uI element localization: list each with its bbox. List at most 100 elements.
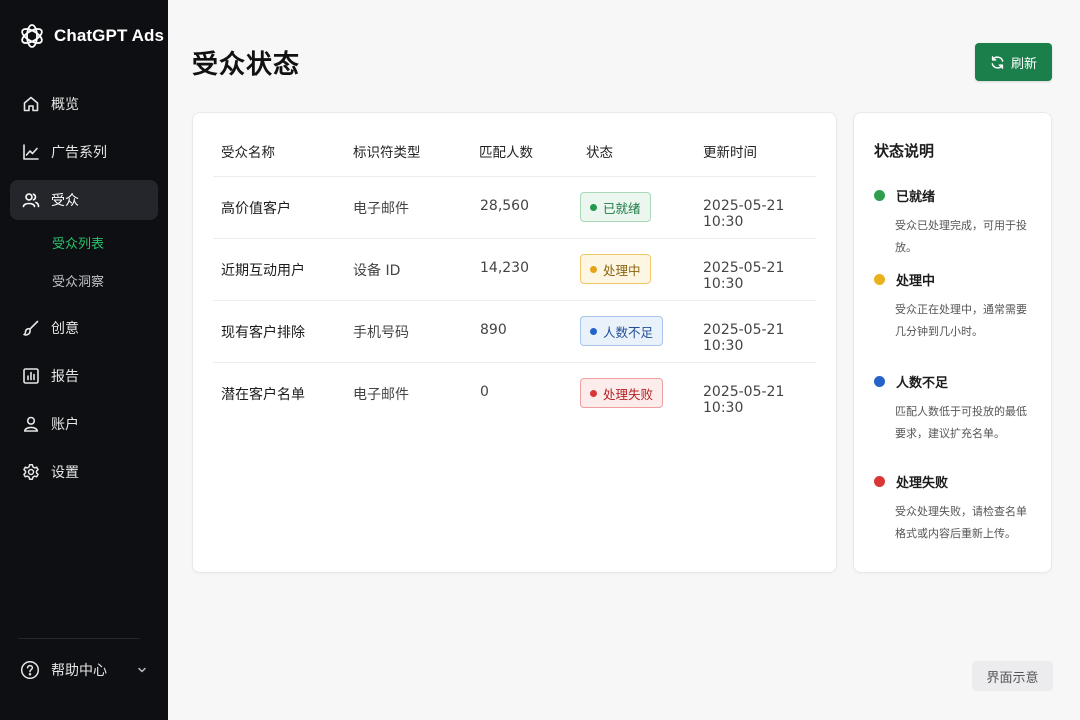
sidebar-item-settings[interactable]: 设置 xyxy=(10,452,158,492)
column-header-count[interactable]: 匹配人数 xyxy=(479,141,533,161)
legend-label: 已就绪 xyxy=(896,190,936,205)
status-legend-card: 状态说明 已就绪 受众已处理完成，可用于投放。 处理中 受众正在处理中，通常需要… xyxy=(853,112,1052,573)
status-cell: 已就绪 xyxy=(580,192,651,222)
sidebar-item-overview[interactable]: 概览 xyxy=(10,84,158,124)
status-dot xyxy=(590,327,597,335)
help-center-button[interactable]: 帮助中心 xyxy=(20,658,148,682)
refresh-icon xyxy=(990,55,1005,70)
chevron-down-icon xyxy=(136,664,148,676)
home-icon xyxy=(22,95,40,113)
status-label: 处理中 xyxy=(603,262,641,278)
status-badge: 处理失败 xyxy=(580,378,664,408)
legend-description: 受众处理失败，请检查名单 格式或内容后重新上传。 xyxy=(895,505,1027,540)
subnav-item-audience-list[interactable]: 受众列表 xyxy=(0,226,168,264)
column-header-id-type[interactable]: 标识符类型 xyxy=(353,141,421,161)
legend-label: 处理中 xyxy=(896,274,936,289)
sidebar-item-label: 账户 xyxy=(51,417,79,433)
sidebar-item-account[interactable]: 账户 xyxy=(10,404,158,444)
audience-name: 近期互动用户 xyxy=(221,263,305,279)
identifier-type: 电子邮件 xyxy=(353,201,409,217)
legend-description: 受众正在处理中，通常需要 几分钟到几小时。 xyxy=(895,303,1027,338)
audience-subnav: 受众列表 受众洞察 xyxy=(0,226,168,302)
audience-name: 现有客户排除 xyxy=(221,325,305,341)
status-cell: 处理中 xyxy=(580,254,651,284)
status-badge: 处理中 xyxy=(580,254,651,284)
status-label: 已就绪 xyxy=(603,200,641,216)
status-dot xyxy=(874,190,885,201)
legend-item-insufficient: 人数不足 匹配人数低于可投放的最低 要求，建议扩充名单。 xyxy=(874,372,1044,445)
brand[interactable]: ChatGPT Ads xyxy=(18,22,164,50)
brush-icon xyxy=(22,319,40,337)
status-badge: 已就绪 xyxy=(580,192,651,222)
status-label: 人数不足 xyxy=(603,324,654,340)
page-title: 受众状态 xyxy=(192,50,301,80)
identifier-type: 设备 ID xyxy=(353,263,401,279)
app-name: ChatGPT Ads xyxy=(54,26,165,45)
match-count: 14,230 xyxy=(480,260,529,276)
table-row[interactable]: 现有客户排除 手机号码 890 人数不足 2025-05-21 10:30 xyxy=(213,301,816,363)
column-header-updated[interactable]: 更新时间 xyxy=(703,141,757,161)
sidebar-item-label: 创意 xyxy=(51,321,79,337)
users-icon xyxy=(22,191,40,209)
user-icon xyxy=(22,415,40,433)
bar-chart-icon xyxy=(22,367,40,385)
status-label: 处理失败 xyxy=(603,386,654,402)
match-count: 890 xyxy=(480,322,507,338)
sidebar-nav: 概览 广告系列 受众 受众列表 受众洞察 创意 报告 账户 设置 xyxy=(0,84,168,500)
sidebar-item-label: 广告系列 xyxy=(51,145,107,161)
match-count: 28,560 xyxy=(480,198,529,214)
status-dot xyxy=(590,265,597,273)
sidebar-divider xyxy=(18,638,140,639)
legend-label: 处理失败 xyxy=(896,476,949,491)
sidebar: ChatGPT Ads 概览 广告系列 受众 受众列表 受众洞察 创意 报告 账… xyxy=(0,0,168,720)
sidebar-item-label: 概览 xyxy=(51,97,79,113)
legend-description: 匹配人数低于可投放的最低 要求，建议扩充名单。 xyxy=(895,405,1027,440)
sidebar-item-label: 报告 xyxy=(51,369,79,385)
subnav-item-audience-insights[interactable]: 受众洞察 xyxy=(0,264,168,302)
column-header-name[interactable]: 受众名称 xyxy=(221,141,275,161)
status-dot xyxy=(874,376,885,387)
updated-time: 2025-05-21 10:30 xyxy=(703,198,785,230)
table-row[interactable]: 近期互动用户 设备 ID 14,230 处理中 2025-05-21 10:30 xyxy=(213,239,816,301)
column-header-status[interactable]: 状态 xyxy=(586,141,613,161)
audience-name: 潜在客户名单 xyxy=(221,387,305,403)
sidebar-item-audiences[interactable]: 受众 xyxy=(10,180,158,220)
openai-logo-icon xyxy=(18,22,46,50)
updated-time: 2025-05-21 10:30 xyxy=(703,322,785,354)
status-dot xyxy=(590,389,597,397)
audience-table-card: 受众名称 标识符类型 匹配人数 状态 更新时间 高价值客户 电子邮件 28,56… xyxy=(192,112,837,573)
sidebar-item-label: 设置 xyxy=(51,465,79,481)
legend-label: 人数不足 xyxy=(896,376,949,391)
legend-description: 受众已处理完成，可用于投放。 xyxy=(895,219,1027,254)
chart-line-icon xyxy=(22,143,40,161)
table-header: 受众名称 标识符类型 匹配人数 状态 更新时间 xyxy=(213,141,816,177)
identifier-type: 电子邮件 xyxy=(353,387,409,403)
legend-item-ready: 已就绪 受众已处理完成，可用于投放。 xyxy=(874,186,1044,259)
sidebar-item-campaigns[interactable]: 广告系列 xyxy=(10,132,158,172)
status-dot xyxy=(874,476,885,487)
status-dot xyxy=(874,274,885,285)
sidebar-item-label: 受众 xyxy=(51,193,79,209)
gear-icon xyxy=(22,463,40,481)
legend-title: 状态说明 xyxy=(874,142,935,160)
refresh-label: 刷新 xyxy=(1010,55,1037,71)
table-row[interactable]: 潜在客户名单 电子邮件 0 处理失败 2025-05-21 10:30 xyxy=(213,363,816,425)
identifier-type: 手机号码 xyxy=(353,325,409,341)
status-cell: 人数不足 xyxy=(580,316,664,346)
demo-label-badge: 界面示意 xyxy=(972,661,1053,691)
updated-time: 2025-05-21 10:30 xyxy=(703,260,785,292)
status-badge: 人数不足 xyxy=(580,316,664,346)
status-dot xyxy=(590,203,597,211)
table-row[interactable]: 高价值客户 电子邮件 28,560 已就绪 2025-05-21 10:30 xyxy=(213,177,816,239)
legend-item-failed: 处理失败 受众处理失败，请检查名单 格式或内容后重新上传。 xyxy=(874,472,1044,545)
updated-time: 2025-05-21 10:30 xyxy=(703,384,785,416)
legend-item-processing: 处理中 受众正在处理中，通常需要 几分钟到几小时。 xyxy=(874,270,1044,343)
sidebar-item-reports[interactable]: 报告 xyxy=(10,356,158,396)
match-count: 0 xyxy=(480,384,489,400)
audience-name: 高价值客户 xyxy=(221,201,291,217)
help-center-label: 帮助中心 xyxy=(51,663,107,679)
refresh-button[interactable]: 刷新 xyxy=(975,43,1052,81)
sidebar-item-creatives[interactable]: 创意 xyxy=(10,308,158,348)
question-circle-icon xyxy=(20,660,40,680)
status-cell: 处理失败 xyxy=(580,378,664,408)
